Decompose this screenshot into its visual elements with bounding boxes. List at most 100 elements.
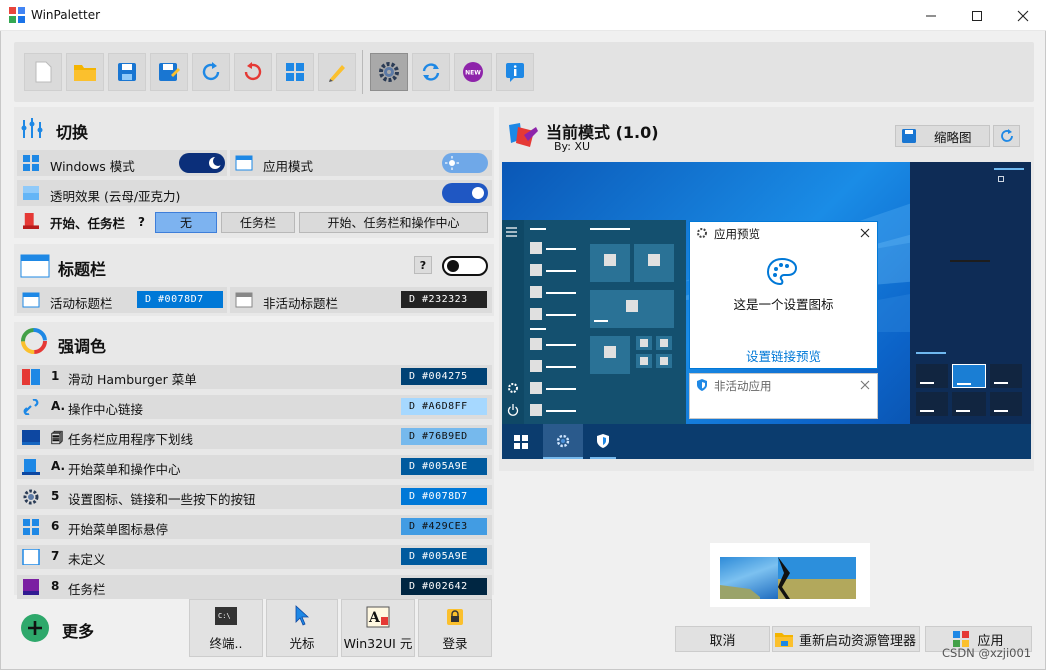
open-file-button[interactable]: [66, 53, 104, 91]
maximize-icon: [972, 10, 982, 21]
shield-app-icon: [597, 434, 609, 448]
settings-window-title: 应用预览: [714, 227, 760, 241]
restore-button[interactable]: [234, 53, 272, 91]
login-button[interactable]: 登录: [418, 599, 492, 657]
moon-icon: [209, 156, 222, 169]
save-as-button[interactable]: [150, 53, 188, 91]
save-button[interactable]: [108, 53, 146, 91]
accent-row-label: 任务栏: [68, 582, 106, 597]
edit-button[interactable]: [318, 53, 356, 91]
new-file-button[interactable]: [24, 53, 62, 91]
effect-option-none[interactable]: 无: [155, 212, 217, 233]
reset-button[interactable]: [192, 53, 230, 91]
settings-small-icon: [508, 383, 518, 393]
window-titlebar: WinPaletter: [0, 0, 1046, 31]
accent-color-swatch[interactable]: D #A6D8FF: [401, 398, 487, 415]
accent-color-swatch[interactable]: D #002642: [401, 578, 487, 595]
transparency-toggle[interactable]: [442, 183, 488, 203]
windows-logo-icon: [953, 631, 970, 647]
save-small-icon: [902, 129, 916, 143]
inactive-titlebar-color[interactable]: D #232323: [401, 291, 487, 308]
cancel-button[interactable]: 取消: [675, 626, 770, 652]
start-taskbar-label: 开始、任务栏: [50, 216, 126, 231]
win32ui-label: Win32UI 元: [343, 636, 413, 651]
accent-section-title: 强调色: [58, 337, 107, 356]
restart-explorer-button[interactable]: 重新启动资源管理器: [772, 626, 920, 652]
start-tile-icon: [23, 519, 39, 535]
active-titlebar-label: 活动标题栏: [50, 296, 113, 311]
active-titlebar-color[interactable]: D #0078D7: [137, 291, 223, 308]
sync-button[interactable]: [412, 53, 450, 91]
app-window-icon: [235, 155, 253, 171]
save-as-icon: [159, 63, 180, 81]
effect-option-taskbar[interactable]: 任务栏: [221, 212, 295, 233]
minimize-button[interactable]: [908, 0, 954, 31]
win32ui-button[interactable]: A Win32UI 元: [341, 599, 415, 657]
transparency-label: 透明效果 (云母/亚克力): [50, 189, 181, 204]
window-title: WinPaletter: [31, 8, 101, 22]
accent-color-swatch[interactable]: D #76B9ED: [401, 428, 487, 445]
accent-color-swatch[interactable]: D #005A9E: [401, 548, 487, 565]
taskbar-preview: [502, 424, 1031, 459]
accent-color-swatch[interactable]: D #0078D7: [401, 488, 487, 505]
accent-row-number: 7: [51, 549, 60, 563]
inactive-titlebar-label: 非活动标题栏: [263, 296, 339, 311]
accent-row-number: 6: [51, 519, 60, 533]
cursor-label: 光标: [289, 636, 315, 651]
start-taskbar-help[interactable]: ?: [138, 215, 145, 229]
accent-row-number: 1: [51, 369, 60, 383]
inactive-app-preview-window: 非活动应用: [689, 373, 878, 419]
about-button[interactable]: [496, 53, 534, 91]
accent-row-label: 操作中心链接: [68, 402, 144, 417]
preview-author: By: XU: [554, 140, 591, 153]
settings-preview-window: 应用预览 这是一个设置图标 设置链接预览: [689, 221, 878, 369]
settings-gear-icon: [23, 489, 39, 505]
quick-action-tile: [916, 364, 948, 388]
power-icon: [507, 404, 519, 416]
settings-app-icon: [556, 434, 570, 448]
windows-mode-label: Windows 模式: [50, 159, 135, 174]
more-plus-icon[interactable]: [21, 614, 49, 642]
accent-row-label: 开始菜单图标悬停: [68, 522, 169, 537]
close-icon[interactable]: [860, 380, 870, 390]
quick-action-tile: [990, 364, 1022, 388]
maximize-button[interactable]: [954, 0, 1000, 31]
app-mode-toggle[interactable]: [442, 153, 488, 173]
terminal-label: 终端..: [209, 636, 243, 651]
accent-color-swatch[interactable]: D #004275: [401, 368, 487, 385]
inactive-window-icon: [235, 292, 253, 308]
thumbnail-label: 缩略图: [934, 129, 972, 145]
effect-option-all[interactable]: 开始、任务栏和操作中心: [299, 212, 488, 233]
active-window-icon: [22, 292, 40, 308]
sync-icon: [422, 63, 440, 81]
shield-icon: [697, 379, 707, 391]
thumbnail-wallpaper: [720, 557, 790, 599]
start-menu-icon: [22, 459, 40, 475]
whats-new-button[interactable]: NEW: [454, 53, 492, 91]
terminal-button[interactable]: C:\ 终端..: [189, 599, 263, 657]
settings-button[interactable]: [370, 53, 408, 91]
accent-color-swatch[interactable]: D #005A9E: [401, 458, 487, 475]
cursor-button[interactable]: 光标: [266, 599, 338, 657]
action-center-preview: [910, 162, 1031, 424]
windows-mode-icon: [23, 155, 39, 171]
close-icon[interactable]: [860, 228, 870, 238]
titlebar-help-button[interactable]: ?: [414, 256, 432, 274]
quick-action-tile: [916, 392, 948, 416]
quick-action-tile-active: [952, 364, 986, 388]
link-icon: [23, 399, 39, 415]
settings-preview-text: 这是一个设置图标: [733, 297, 834, 312]
start-taskbar-icon: [23, 213, 39, 229]
windows-defaults-button[interactable]: [276, 53, 314, 91]
windows-mode-toggle[interactable]: [179, 153, 225, 173]
accent-row-label: 开始菜单和操作中心: [68, 462, 181, 477]
accent-color-swatch[interactable]: D #429CE3: [401, 518, 487, 535]
refresh-preview-button[interactable]: [993, 125, 1020, 147]
undefined-icon: [22, 549, 40, 565]
thumbnail-button[interactable]: 缩略图: [895, 125, 990, 147]
start-icon: [514, 435, 528, 449]
info-icon: [506, 63, 524, 82]
titlebar-toggle[interactable]: [442, 256, 488, 276]
close-window-button[interactable]: [1000, 0, 1046, 31]
settings-preview-link[interactable]: 设置链接预览: [690, 346, 877, 365]
